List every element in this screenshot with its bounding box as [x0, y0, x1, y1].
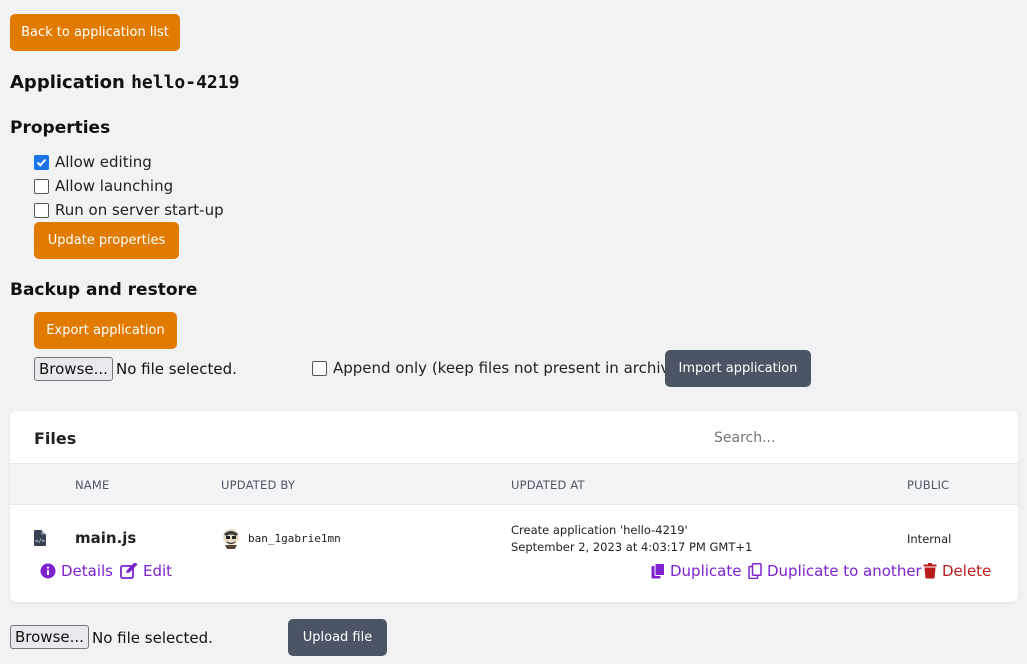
copy-outline-icon	[748, 563, 762, 579]
file-name-link[interactable]: main.js	[75, 529, 136, 547]
updated-by-user: ban_1gabrie1mn	[248, 532, 341, 545]
edit-link[interactable]: Edit	[120, 562, 172, 580]
files-heading: Files	[34, 429, 77, 448]
col-name: NAME	[75, 478, 110, 492]
allow-launching-label: Allow launching	[55, 177, 174, 195]
archive-browse-button[interactable]: Browse...	[34, 357, 113, 381]
allow-editing-checkbox[interactable]	[34, 154, 49, 170]
js-file-icon: </>	[34, 530, 46, 551]
archive-no-file-text: No file selected.	[116, 360, 237, 378]
upload-no-file-text: No file selected.	[92, 629, 213, 647]
table-row: </> main.js ban_1gabrie1mn Create applic…	[10, 506, 1018, 602]
title-prefix: Application	[10, 72, 132, 93]
import-application-button[interactable]: Import application	[665, 350, 811, 387]
updated-at-date: September 2, 2023 at 4:03:17 PM GMT+1	[511, 540, 753, 554]
files-card: Files NAME UPDATED BY UPDATED AT PUBLIC …	[10, 411, 1018, 602]
append-only-option[interactable]: Append only (keep files not present in a…	[312, 359, 684, 377]
run-on-startup-label: Run on server start-up	[55, 201, 224, 219]
col-updated-at: UPDATED AT	[511, 478, 585, 492]
details-label: Details	[61, 562, 114, 580]
svg-text:</>: </>	[35, 539, 46, 545]
allow-editing-label: Allow editing	[55, 153, 152, 171]
export-application-button[interactable]: Export application	[34, 312, 177, 349]
duplicate-label: Duplicate	[670, 562, 742, 580]
run-on-startup-option[interactable]: Run on server start-up	[34, 201, 224, 219]
upload-browse-button[interactable]: Browse...	[10, 625, 89, 649]
page-title: Application hello-4219	[10, 72, 239, 93]
col-public: PUBLIC	[907, 478, 950, 492]
append-only-checkbox[interactable]	[312, 360, 327, 376]
back-to-list-button[interactable]: Back to application list	[10, 14, 180, 51]
delete-label: Delete	[942, 562, 992, 580]
avatar	[221, 527, 241, 554]
info-icon	[40, 563, 56, 579]
run-on-startup-checkbox[interactable]	[34, 202, 49, 218]
duplicate-to-another-label: Duplicate to another	[767, 562, 922, 580]
allow-launching-checkbox[interactable]	[34, 178, 49, 194]
edit-label: Edit	[143, 562, 173, 580]
duplicate-to-another-link[interactable]: Duplicate to another	[748, 562, 922, 580]
allow-launching-option[interactable]: Allow launching	[34, 177, 173, 195]
trash-icon	[923, 563, 937, 579]
delete-link[interactable]: Delete	[923, 562, 991, 580]
copy-icon	[651, 563, 665, 579]
backup-heading: Backup and restore	[10, 280, 198, 300]
allow-editing-option[interactable]: Allow editing	[34, 153, 152, 171]
details-link[interactable]: Details	[40, 562, 113, 580]
check-icon	[36, 158, 47, 167]
public-status: Internal	[907, 532, 952, 546]
duplicate-link[interactable]: Duplicate	[651, 562, 741, 580]
upload-file-button[interactable]: Upload file	[288, 619, 387, 656]
col-updated-by: UPDATED BY	[221, 478, 296, 492]
files-search-input[interactable]	[700, 421, 1000, 455]
edit-icon	[120, 563, 138, 579]
properties-heading: Properties	[10, 118, 111, 138]
update-properties-button[interactable]: Update properties	[34, 222, 179, 259]
commit-message: Create application 'hello-4219'	[511, 523, 688, 537]
app-name: hello-4219	[131, 72, 240, 93]
append-only-label: Append only (keep files not present in a…	[333, 359, 685, 377]
files-table-header: NAME UPDATED BY UPDATED AT PUBLIC	[10, 463, 1018, 505]
